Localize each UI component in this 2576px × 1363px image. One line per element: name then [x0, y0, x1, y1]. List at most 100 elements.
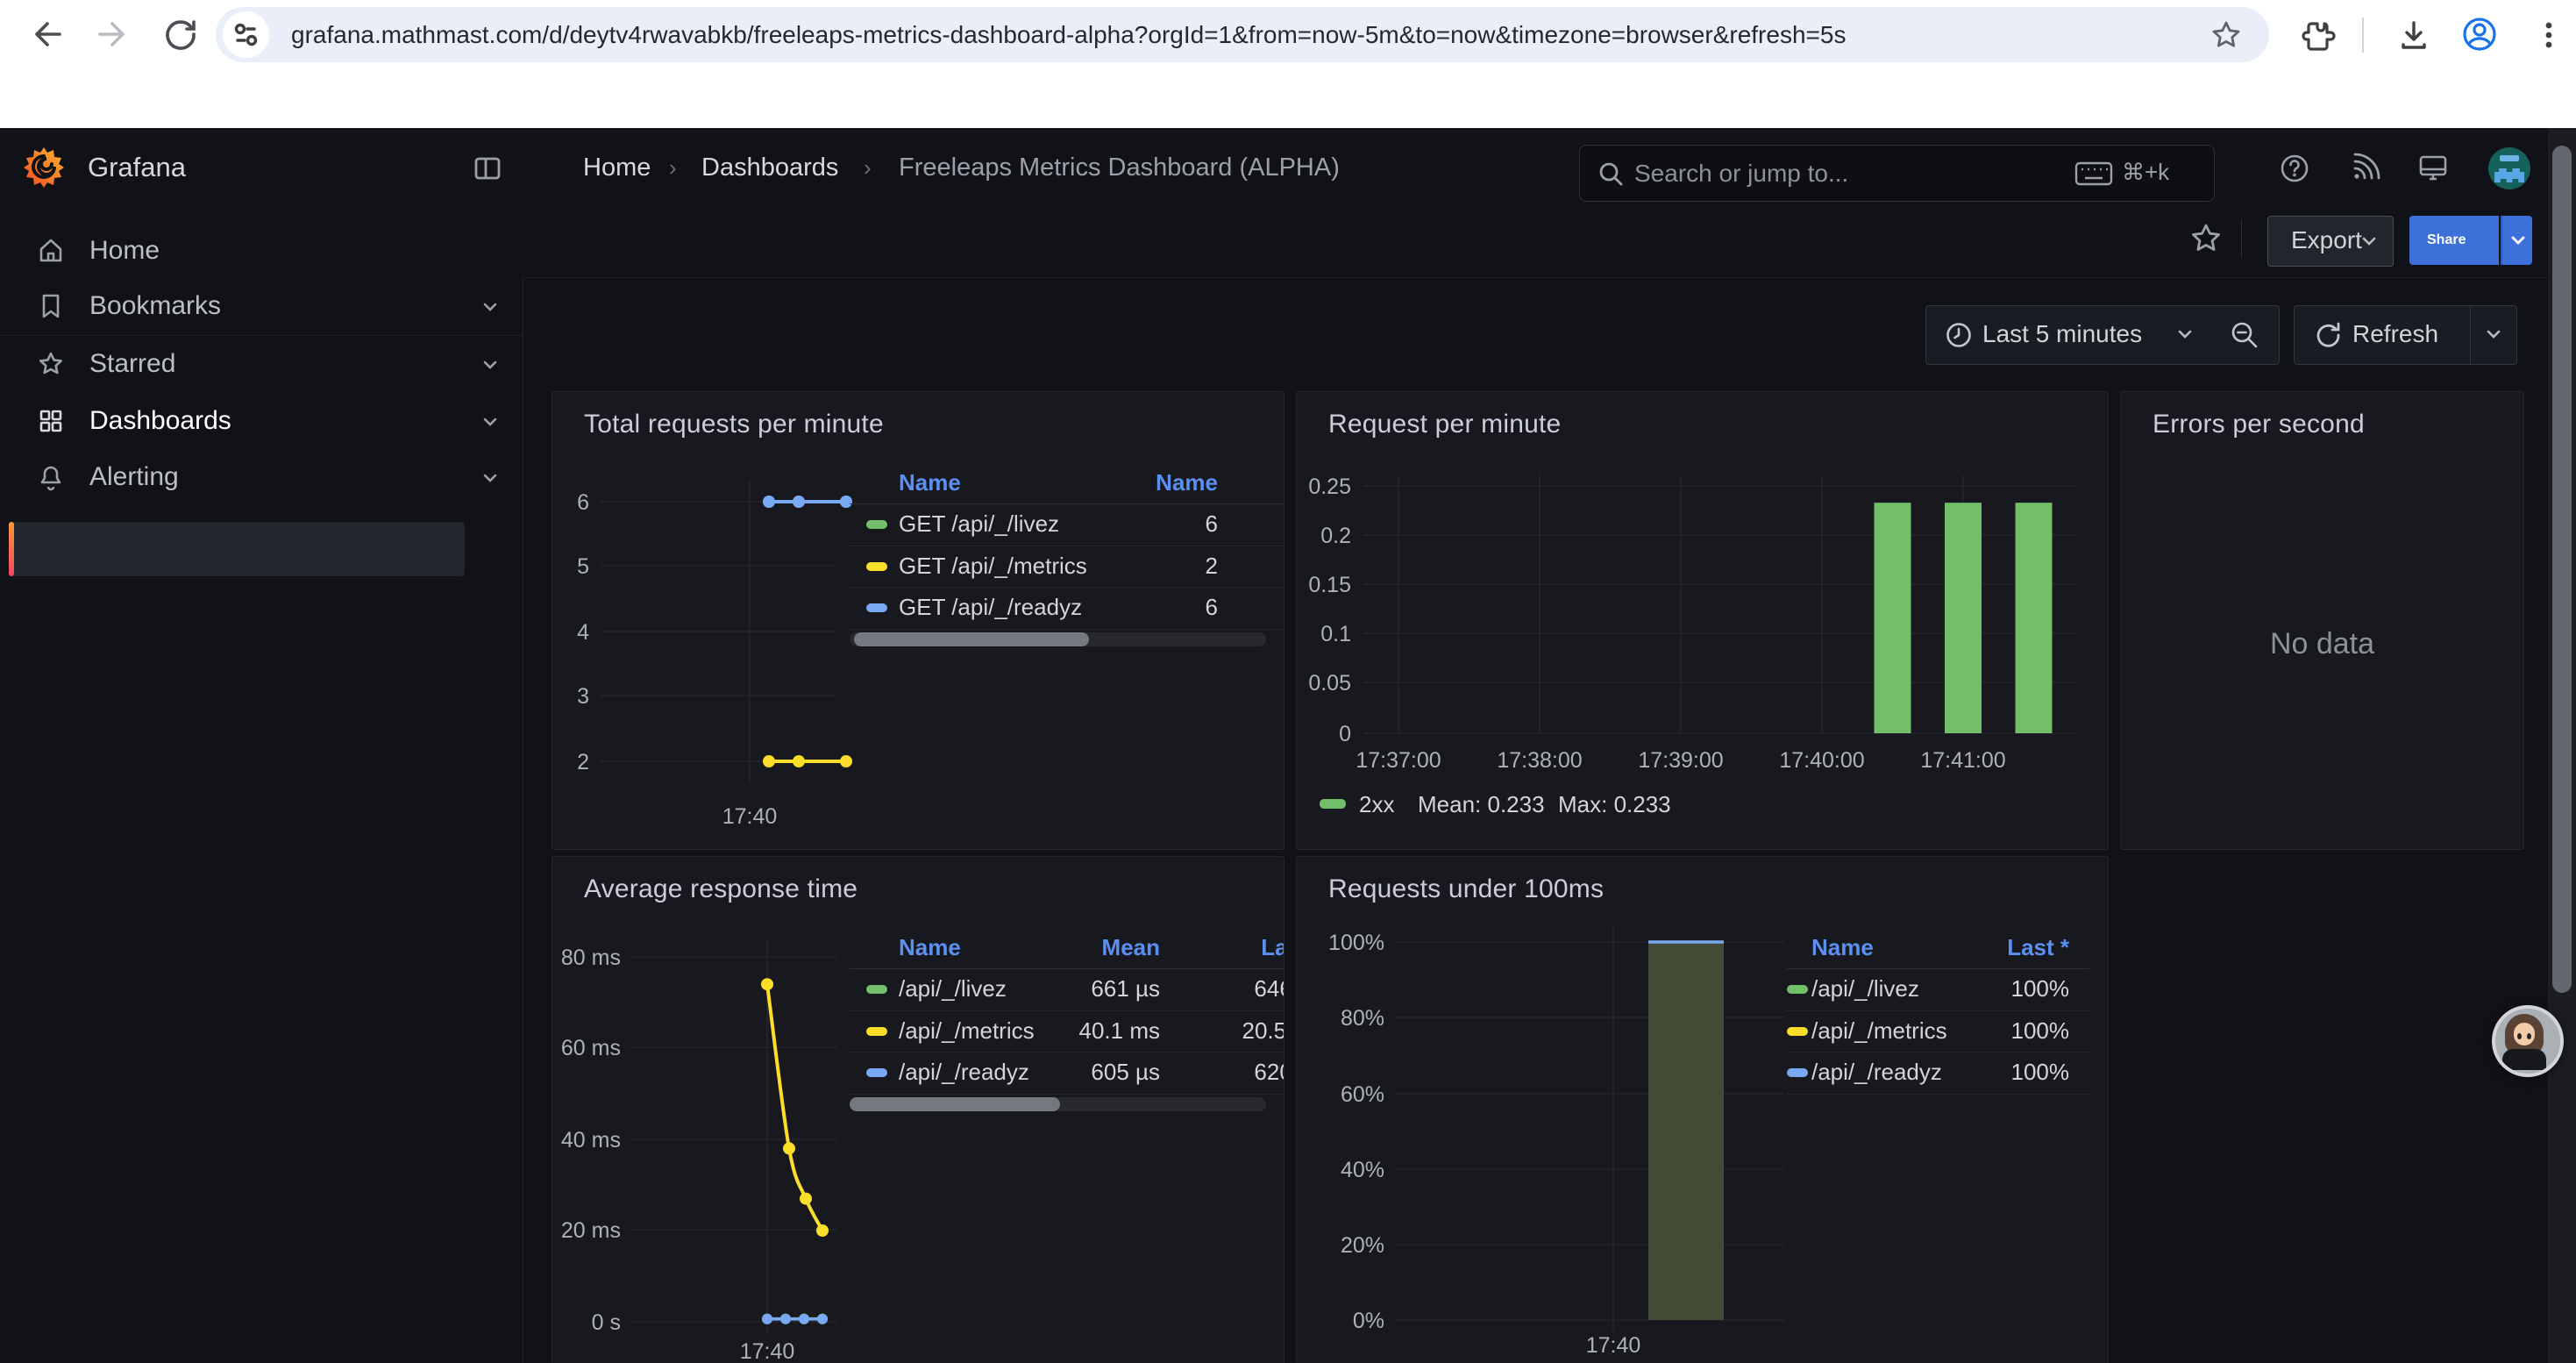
url-bar[interactable]: grafana.mathmast.com/d/deytv4rwavabkb/fr…	[216, 7, 2269, 62]
back-icon[interactable]	[26, 15, 65, 54]
brand-name: Grafana	[88, 128, 186, 207]
bookmark-star-icon[interactable]	[2210, 18, 2243, 52]
chevron-down-icon	[2507, 229, 2530, 252]
sidebar-item-starred[interactable]: Starred	[0, 339, 523, 389]
url-text[interactable]: grafana.mathmast.com/d/deytv4rwavabkb/fr…	[291, 7, 1846, 62]
request-per-minute-chart[interactable]: 0.250.20.150.10.05017:37:0017:38:0017:39…	[1297, 392, 2108, 849]
panel-title[interactable]: Errors per second	[2153, 410, 2365, 439]
table-row[interactable]: GET /api/_/metrics2	[850, 546, 1284, 587]
search-input[interactable]	[1633, 146, 2057, 201]
svg-text:17:40: 17:40	[740, 1339, 795, 1363]
panel-request-per-minute[interactable]: Request per minute 0.250.20.150.10.05017…	[1296, 391, 2109, 850]
sidebar-item-home[interactable]: Home	[0, 225, 523, 276]
user-avatar[interactable]	[2488, 147, 2530, 189]
table-hscrollbar[interactable]	[850, 1097, 1266, 1111]
reload-icon[interactable]	[161, 15, 200, 54]
table-row[interactable]: /api/_/metrics100%	[1787, 1010, 2089, 1052]
search-box[interactable]: ⌘+k	[1579, 145, 2215, 202]
series-value: 100%	[1787, 968, 2069, 1010]
download-icon[interactable]	[2395, 17, 2432, 54]
panel-total-requests-per-minute[interactable]: Total requests per minute 6543217:40 Nam…	[551, 391, 1284, 850]
search-shortcut: ⌘+k	[2122, 146, 2169, 199]
breadcrumb-separator: ›	[669, 128, 677, 207]
news-rss-icon[interactable]	[2348, 152, 2381, 185]
table-row[interactable]: GET /api/_/readyz6	[850, 587, 1284, 628]
scrollbar-thumb[interactable]	[2552, 146, 2572, 993]
site-controls-icon[interactable]	[223, 11, 269, 58]
extensions-icon[interactable]	[2299, 17, 2336, 54]
panel-requests-under-100ms[interactable]: Requests under 100ms 100%80%60%40%20%0%1…	[1296, 856, 2109, 1363]
chevron-down-icon[interactable]	[479, 467, 502, 489]
table-row[interactable]: /api/_/readyz100%	[1787, 1052, 2089, 1093]
chevron-down-icon[interactable]	[479, 410, 502, 433]
avatar-eye	[2527, 1033, 2531, 1039]
legend-max: Max: 0.233	[1558, 789, 1671, 820]
profile-icon[interactable]	[2460, 15, 2499, 54]
chevron-down-icon	[2482, 323, 2505, 346]
series-value: 100%	[1787, 1010, 2069, 1052]
refresh-button[interactable]: Refresh	[2294, 305, 2471, 365]
display-monitor-icon[interactable]	[2416, 152, 2450, 185]
series-value: 100%	[1787, 1052, 2069, 1093]
chevron-down-icon[interactable]	[479, 353, 502, 376]
home-icon	[37, 237, 65, 265]
table-row[interactable]: GET /api/_/livez6	[850, 503, 1284, 545]
chevron-down-icon[interactable]	[479, 296, 502, 318]
legend-table: NameName GET /api/_/livez6 GET /api/_/me…	[850, 467, 1284, 651]
series-value: 2	[850, 546, 1218, 587]
sidebar-item-bookmarks[interactable]: Bookmarks	[0, 281, 523, 332]
panel-errors-per-second[interactable]: Errors per second No data	[2120, 391, 2524, 850]
table-header[interactable]: Last *	[1787, 931, 2069, 968]
svg-text:17:38:00: 17:38:00	[1497, 748, 1582, 773]
zoom-out-button[interactable]	[2210, 305, 2280, 365]
sidebar-item-dashboards[interactable]: Dashboards	[0, 396, 523, 446]
breadcrumb-dashboards[interactable]: Dashboards	[701, 128, 838, 207]
export-button[interactable]: Export	[2267, 216, 2394, 267]
table-header[interactable]: Last *	[850, 931, 1284, 968]
refresh-sync-icon	[2312, 320, 2342, 350]
panel-average-response-time[interactable]: Average response time 80 ms60 ms40 ms20 …	[551, 856, 1284, 1363]
grafana-sidebar: Grafana Home Bookmarks Starred Dashboard…	[0, 128, 523, 1363]
collapse-sidebar-icon[interactable]	[472, 153, 503, 184]
legend-series[interactable]: 2xx	[1359, 789, 1394, 820]
help-icon[interactable]	[2278, 152, 2311, 185]
sidebar-divider	[0, 335, 523, 336]
table-header[interactable]: Name	[850, 467, 1218, 503]
breadcrumb-home[interactable]: Home	[583, 128, 651, 207]
forward-icon[interactable]	[95, 15, 133, 54]
active-item-highlight	[9, 522, 465, 576]
table-row[interactable]: /api/_/livez100%	[1787, 968, 2089, 1010]
magnifier-minus-icon	[2229, 319, 2260, 351]
table-row[interactable]: /api/_/metrics40.1 ms20.5 ms	[850, 1010, 1284, 1052]
grafana-logo[interactable]	[23, 146, 65, 188]
svg-text:0.1: 0.1	[1320, 622, 1351, 646]
svg-text:0 s: 0 s	[592, 1310, 621, 1335]
chevron-down-icon	[2174, 323, 2196, 346]
favorite-star-icon[interactable]	[2188, 221, 2224, 256]
no-data-message: No data	[2121, 627, 2523, 661]
series-value: 620 µs	[850, 1052, 1284, 1093]
kebab-menu-icon[interactable]	[2530, 17, 2567, 54]
bookmarks-bar: Freeleaps 收藏博客	[0, 69, 2576, 129]
svg-text:0.25: 0.25	[1308, 475, 1351, 499]
svg-text:6: 6	[577, 490, 589, 515]
svg-text:0: 0	[1339, 722, 1351, 746]
time-range-picker[interactable]: Last 5 minutes	[1925, 305, 2211, 365]
svg-text:60 ms: 60 ms	[561, 1036, 621, 1060]
series-value: 646 µs	[850, 968, 1284, 1010]
sidebar-item-alerting[interactable]: Alerting	[0, 452, 523, 503]
refresh-interval-dropdown[interactable]	[2470, 305, 2517, 365]
svg-text:17:40: 17:40	[1586, 1333, 1641, 1358]
table-row[interactable]: /api/_/readyz605 µs620 µs	[850, 1052, 1284, 1093]
keyboard-icon	[2074, 160, 2113, 188]
share-button[interactable]: Share	[2409, 216, 2499, 265]
floating-avatar-widget[interactable]	[2492, 1005, 2564, 1077]
share-dropdown-button[interactable]	[2501, 216, 2532, 265]
active-item-accent	[9, 522, 14, 576]
time-range-label: Last 5 minutes	[1982, 306, 2142, 362]
dashboards-grid-icon	[37, 407, 65, 435]
clock-icon	[1944, 320, 1974, 350]
table-hscrollbar[interactable]	[850, 632, 1266, 646]
legend-table: NameLast * /api/_/livez100% /api/_/metri…	[1787, 931, 2089, 1116]
table-row[interactable]: /api/_/livez661 µs646 µs	[850, 968, 1284, 1010]
